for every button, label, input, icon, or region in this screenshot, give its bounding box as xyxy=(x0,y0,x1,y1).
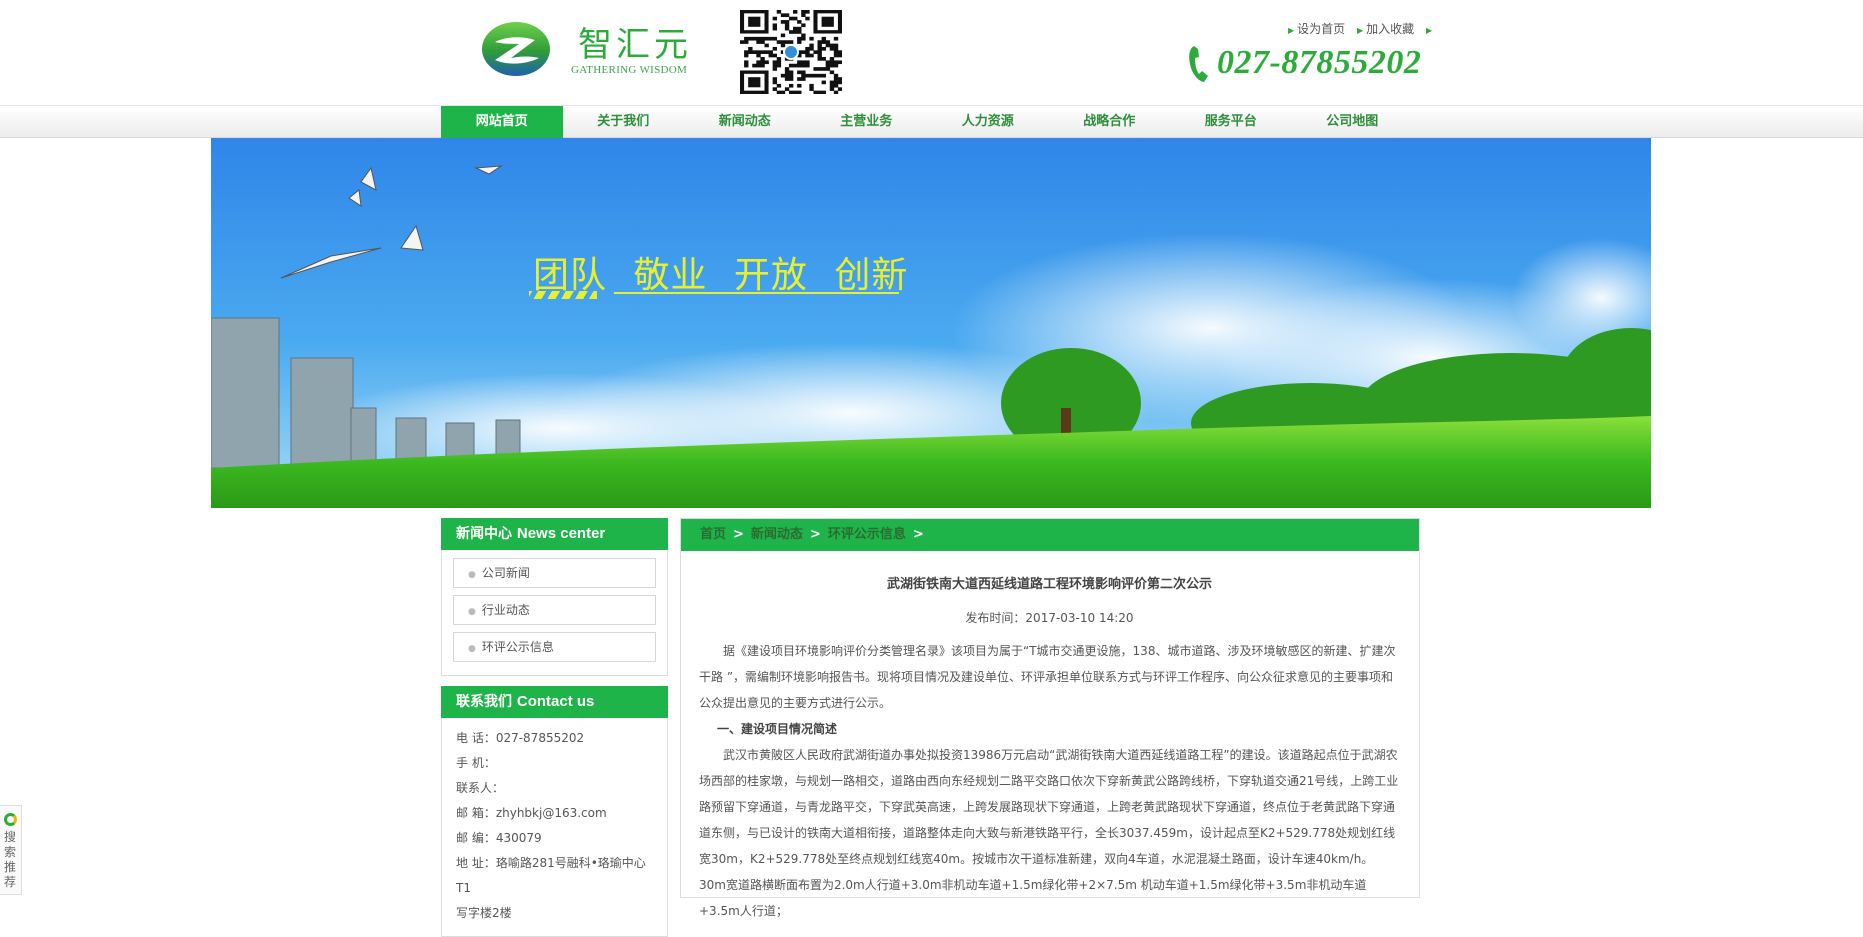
breadcrumb-separator: > xyxy=(809,527,821,542)
banner-image xyxy=(211,138,1651,508)
breadcrumb: 首页 > 新闻动态 > 环评公示信息 > xyxy=(681,519,1419,551)
nav-item-business[interactable]: 主营业务 xyxy=(806,106,928,138)
search-recommend-widget[interactable]: 搜索推荐 xyxy=(0,805,22,895)
contact-address-cont: 写字楼2楼 xyxy=(456,906,512,920)
nav-item-cooperation[interactable]: 战略合作 xyxy=(1049,106,1171,138)
slogan-underline xyxy=(614,292,899,294)
bullet-icon: ● xyxy=(468,644,476,654)
nav-item-service[interactable]: 服务平台 xyxy=(1170,106,1292,138)
news-center-title-cn: 新闻中心 xyxy=(456,526,512,542)
sidebar-item-label: 公司新闻 xyxy=(481,566,530,580)
nav-item-about[interactable]: 关于我们 xyxy=(563,106,685,138)
nav-item-sitemap[interactable]: 公司地图 xyxy=(1292,106,1414,138)
sidebar-item-industry-news[interactable]: ● 行业动态 xyxy=(453,595,656,625)
article-paragraph: 武汉市黄陂区人民政府武湖街道办事处拟投资13986万元启动“武湖街铁南大道西延线… xyxy=(699,748,1399,918)
sidebar: 新闻中心 News center ● 公司新闻 ● 行业动态 ● 环评公示信息 联系我… xyxy=(441,518,668,937)
breadcrumb-separator: > xyxy=(912,527,924,542)
logo-icon[interactable] xyxy=(481,20,551,78)
news-center-title-en: News center xyxy=(516,525,606,542)
sidebar-item-label: 环评公示信息 xyxy=(481,640,554,654)
article-subheading: 一、建设项目情况简述 xyxy=(717,722,838,736)
article-title: 武湖街铁南大道西延线道路工程环境影响评价第二次公示 xyxy=(886,577,1212,592)
hero-banner: 团队 敬业 开放 创新 xyxy=(211,138,1651,508)
add-favorite-link[interactable]: 加入收藏 xyxy=(1366,22,1414,36)
contact-postcode: 邮 编：430079 xyxy=(456,831,542,845)
breadcrumb-news[interactable]: 新闻动态 xyxy=(751,527,803,542)
logo-chinese-name: 智汇元 xyxy=(578,25,692,65)
main-nav-bar: 网站首页 关于我们 新闻动态 主营业务 人力资源 战略合作 服务平台 公司地图 xyxy=(0,105,1863,138)
contact-email: 邮 箱：zhyhbkj@163.com xyxy=(456,806,607,820)
contact-address: 地 址：珞喻路281号融科•珞瑜中心T1 xyxy=(456,856,646,895)
banner-slogan: 团队 敬业 开放 创新 xyxy=(533,255,909,296)
breadcrumb-separator: > xyxy=(733,527,744,542)
bullet-icon: ● xyxy=(468,570,476,580)
news-category-list: ● 公司新闻 ● 行业动态 ● 环评公示信息 xyxy=(441,550,668,676)
nav-item-home[interactable]: 网站首页 xyxy=(441,106,563,138)
news-center-header: 新闻中心 News center xyxy=(441,518,668,550)
arrow-right-icon: ▶ xyxy=(1357,26,1364,35)
article-paragraph: 据《建设项目环境影响评价分类管理名录》该项目为属于“T城市交通更设施，138、城… xyxy=(699,644,1396,710)
article-panel: 首页 > 新闻动态 > 环评公示信息 > 武湖街铁南大道西延线道路工程环境影响评价第二次公… xyxy=(680,518,1420,918)
contact-title-cn: 联系我们 xyxy=(456,694,512,710)
nav-item-news[interactable]: 新闻动态 xyxy=(684,106,806,138)
contact-mobile: 手 机： xyxy=(456,756,496,770)
top-links: ▶ 设为首页 ▶ 加入收藏 ▶ xyxy=(1288,20,1435,37)
phone-icon xyxy=(1189,46,1208,82)
sidebar-item-label: 行业动态 xyxy=(481,603,530,617)
site-header: 智汇元 GATHERING WISDOM ▶ 设为首页 ▶ 加入收藏 ▶ 027-8… xyxy=(0,0,1863,105)
logo-english-name: GATHERING WISDOM xyxy=(571,64,688,76)
set-homepage-link[interactable]: 设为首页 xyxy=(1297,22,1345,36)
main-nav: 网站首页 关于我们 新闻动态 主营业务 人力资源 战略合作 服务平台 公司地图 xyxy=(441,106,1413,139)
article-body: 武湖街铁南大道西延线道路工程环境影响评价第二次公示 发布时间：2017-03-1… xyxy=(681,573,1419,924)
contact-header: 联系我们 Contact us xyxy=(441,686,668,718)
article-date: 发布时间：2017-03-10 14:20 xyxy=(965,611,1134,625)
breadcrumb-home[interactable]: 首页 xyxy=(700,527,726,542)
arrow-right-icon: ▶ xyxy=(1426,26,1433,35)
nav-item-hr[interactable]: 人力资源 xyxy=(927,106,1049,138)
contact-person: 联系人： xyxy=(456,781,505,795)
search-recommend-icon xyxy=(4,813,17,826)
phone-number: 027-87855202 xyxy=(1217,44,1422,81)
contact-info: 电 话：027-87855202 手 机： 联系人： 邮 箱：zhyhbkj@1… xyxy=(441,718,668,937)
contact-title-en: Contact us xyxy=(516,693,595,710)
breadcrumb-eia[interactable]: 环评公示信息 xyxy=(828,527,906,542)
arrow-right-icon: ▶ xyxy=(1288,26,1295,35)
bullet-icon: ● xyxy=(468,607,476,617)
search-recommend-label: 搜索推荐 xyxy=(4,830,17,889)
contact-phone: 电 话：027-87855202 xyxy=(456,731,585,745)
sidebar-item-eia-notice[interactable]: ● 环评公示信息 xyxy=(453,632,656,662)
qr-code-icon xyxy=(740,10,842,94)
sidebar-item-company-news[interactable]: ● 公司新闻 xyxy=(453,558,656,588)
